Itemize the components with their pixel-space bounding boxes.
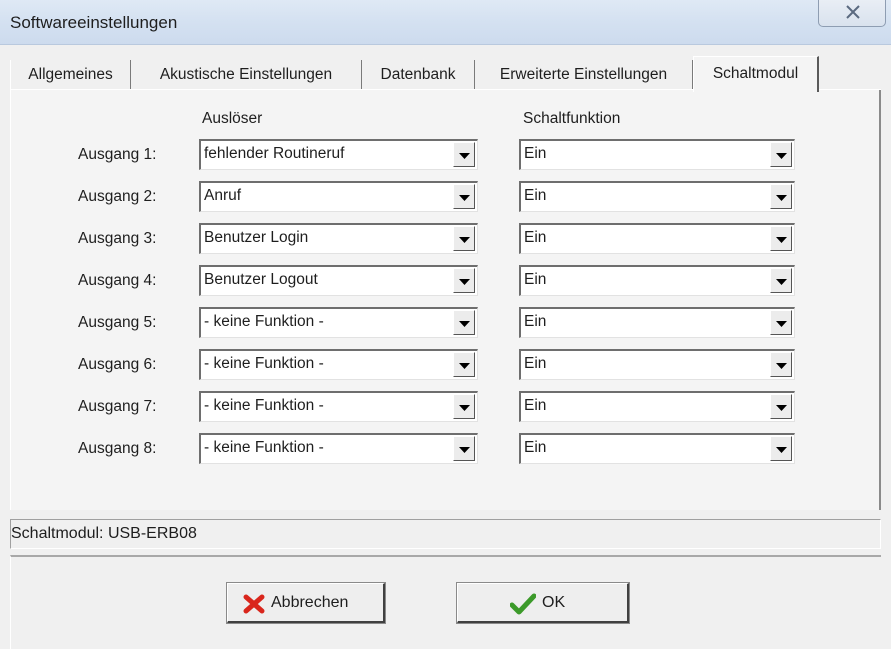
trigger-select-2[interactable]: Anruf bbox=[199, 181, 478, 212]
trigger-select-5[interactable]: - keine Funktion - bbox=[199, 307, 478, 338]
function-value: Ein bbox=[524, 397, 547, 414]
output-label: Ausgang 4: bbox=[78, 272, 157, 289]
dropdown-button[interactable] bbox=[770, 436, 792, 461]
function-value: Ein bbox=[524, 439, 547, 456]
tab-label: Allgemeines bbox=[28, 66, 113, 83]
chevron-down-icon bbox=[459, 195, 470, 201]
window-title: Softwareeinstellungen bbox=[10, 13, 178, 32]
dropdown-button[interactable] bbox=[770, 394, 792, 419]
dropdown-button[interactable] bbox=[453, 394, 475, 419]
cancel-button[interactable]: Abbrechen bbox=[226, 582, 386, 624]
tab-datenbank[interactable]: Datenbank bbox=[362, 60, 475, 90]
trigger-value: - keine Funktion - bbox=[204, 313, 324, 330]
tab-erweiterte-einstellungen[interactable]: Erweiterte Einstellungen bbox=[475, 60, 693, 90]
function-column-header: Schaltfunktion bbox=[523, 110, 621, 127]
function-select-6[interactable]: Ein bbox=[519, 349, 795, 380]
tab-label: Datenbank bbox=[380, 66, 456, 83]
output-label: Ausgang 5: bbox=[78, 314, 157, 331]
dropdown-button[interactable] bbox=[453, 226, 475, 251]
trigger-select-1[interactable]: fehlender Routineruf bbox=[199, 139, 478, 170]
dropdown-button[interactable] bbox=[770, 310, 792, 335]
red-x-icon bbox=[243, 594, 265, 614]
chevron-down-icon bbox=[459, 363, 470, 369]
dropdown-button[interactable] bbox=[770, 352, 792, 377]
dropdown-button[interactable] bbox=[453, 142, 475, 167]
cancel-button-label: Abbrechen bbox=[271, 594, 349, 611]
trigger-value: fehlender Routineruf bbox=[204, 145, 345, 162]
function-value: Ein bbox=[524, 229, 547, 246]
dropdown-button[interactable] bbox=[453, 184, 475, 209]
function-select-5[interactable]: Ein bbox=[519, 307, 795, 338]
tab-label: Akustische Einstellungen bbox=[159, 66, 333, 83]
tab-akustische-einstellungen[interactable]: Akustische Einstellungen bbox=[131, 60, 362, 90]
chevron-down-icon bbox=[459, 153, 470, 159]
output-label: Ausgang 6: bbox=[78, 356, 157, 373]
dropdown-button[interactable] bbox=[770, 226, 792, 251]
chevron-down-icon bbox=[776, 405, 787, 411]
function-value: Ein bbox=[524, 187, 547, 204]
function-select-4[interactable]: Ein bbox=[519, 265, 795, 296]
dropdown-button[interactable] bbox=[770, 184, 792, 209]
dropdown-button[interactable] bbox=[453, 352, 475, 377]
tab-label: Schaltmodul bbox=[712, 65, 799, 82]
function-select-1[interactable]: Ein bbox=[519, 139, 795, 170]
tab-label: Erweiterte Einstellungen bbox=[499, 66, 668, 83]
dropdown-button[interactable] bbox=[453, 436, 475, 461]
trigger-column-header: Auslöser bbox=[202, 110, 263, 127]
trigger-select-7[interactable]: - keine Funktion - bbox=[199, 391, 478, 422]
output-label: Ausgang 1: bbox=[78, 146, 157, 163]
chevron-down-icon bbox=[776, 195, 787, 201]
dropdown-button[interactable] bbox=[770, 142, 792, 167]
function-select-3[interactable]: Ein bbox=[519, 223, 795, 254]
chevron-down-icon bbox=[459, 405, 470, 411]
function-select-2[interactable]: Ein bbox=[519, 181, 795, 212]
function-value: Ein bbox=[524, 271, 547, 288]
tab-strip: Allgemeines Akustische Einstellungen Dat… bbox=[10, 56, 881, 92]
ok-button-label: OK bbox=[542, 594, 566, 611]
dropdown-button[interactable] bbox=[770, 268, 792, 293]
dropdown-button[interactable] bbox=[453, 268, 475, 293]
trigger-select-8[interactable]: - keine Funktion - bbox=[199, 433, 478, 464]
function-select-8[interactable]: Ein bbox=[519, 433, 795, 464]
output-label: Ausgang 7: bbox=[78, 398, 157, 415]
chevron-down-icon bbox=[776, 321, 787, 327]
function-value: Ein bbox=[524, 355, 547, 372]
chevron-down-icon bbox=[776, 153, 787, 159]
close-icon bbox=[846, 5, 860, 19]
chevron-down-icon bbox=[776, 237, 787, 243]
tab-schaltmodul[interactable]: Schaltmodul bbox=[693, 56, 819, 92]
settings-dialog: Softwareeinstellungen Allgemeines Akusti… bbox=[0, 0, 891, 649]
chevron-down-icon bbox=[776, 279, 787, 285]
chevron-down-icon bbox=[459, 279, 470, 285]
green-checkmark-icon bbox=[510, 593, 536, 615]
chevron-down-icon bbox=[459, 321, 470, 327]
chevron-down-icon bbox=[776, 363, 787, 369]
output-label: Ausgang 2: bbox=[78, 188, 157, 205]
chevron-down-icon bbox=[459, 237, 470, 243]
output-label: Ausgang 8: bbox=[78, 440, 157, 457]
trigger-value: Anruf bbox=[204, 187, 242, 204]
output-label: Ausgang 3: bbox=[78, 230, 157, 247]
chevron-down-icon bbox=[776, 447, 787, 453]
chevron-down-icon bbox=[459, 447, 470, 453]
tab-allgemeines[interactable]: Allgemeines bbox=[10, 60, 131, 90]
function-value: Ein bbox=[524, 313, 547, 330]
close-button[interactable] bbox=[818, 0, 886, 27]
trigger-select-6[interactable]: - keine Funktion - bbox=[199, 349, 478, 380]
trigger-value: Benutzer Logout bbox=[204, 271, 318, 288]
button-area bbox=[10, 555, 881, 649]
dropdown-button[interactable] bbox=[453, 310, 475, 335]
trigger-value: - keine Funktion - bbox=[204, 355, 324, 372]
ok-button[interactable]: OK bbox=[456, 582, 630, 624]
function-select-7[interactable]: Ein bbox=[519, 391, 795, 422]
trigger-value: - keine Funktion - bbox=[204, 439, 324, 456]
trigger-select-4[interactable]: Benutzer Logout bbox=[199, 265, 478, 296]
trigger-select-3[interactable]: Benutzer Login bbox=[199, 223, 478, 254]
title-bar[interactable]: Softwareeinstellungen bbox=[0, 0, 891, 45]
module-status-text: Schaltmodul: USB-ERB08 bbox=[11, 525, 197, 542]
trigger-value: Benutzer Login bbox=[204, 229, 309, 246]
trigger-value: - keine Funktion - bbox=[204, 397, 324, 414]
function-value: Ein bbox=[524, 145, 547, 162]
